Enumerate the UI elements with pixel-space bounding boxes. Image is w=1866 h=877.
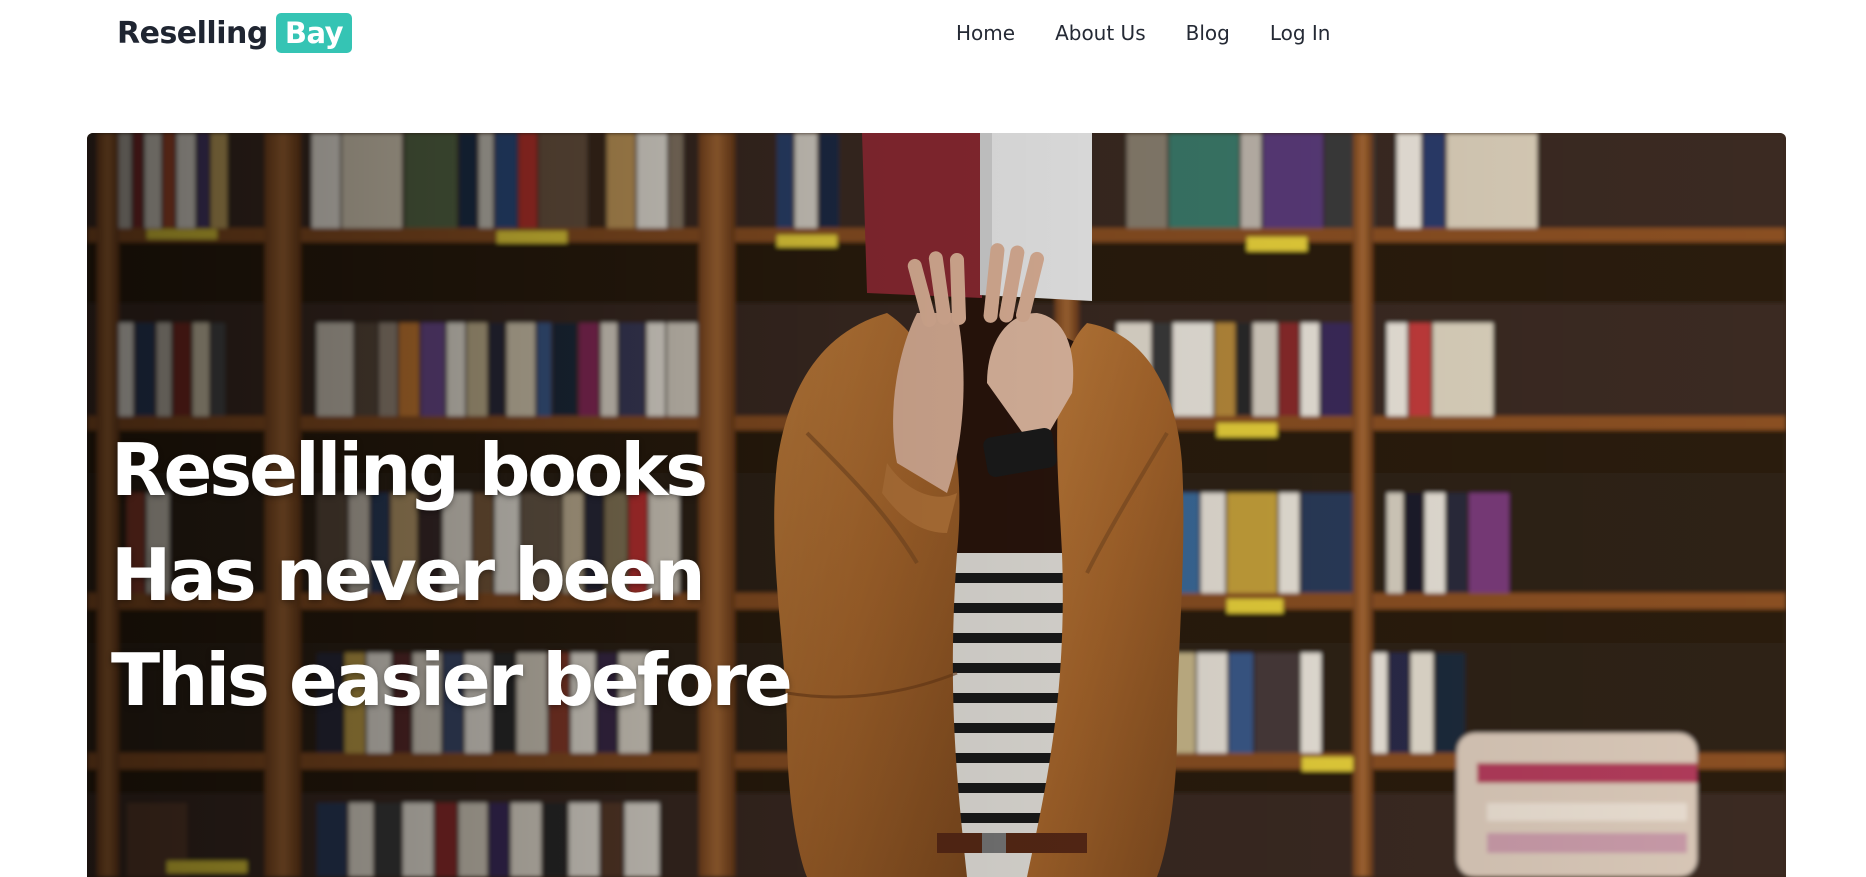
hero-headline: Reselling books Has never been This easi…: [111, 418, 1011, 733]
nav-login-link[interactable]: Log In: [1270, 21, 1331, 45]
brand-badge: Bay: [275, 13, 353, 53]
hero-headline-line-3: This easier before: [111, 638, 793, 722]
nav-home-link[interactable]: Home: [956, 21, 1015, 45]
hero-banner: Reselling books Has never been This easi…: [87, 133, 1786, 877]
hero-headline-line-2: Has never been: [111, 533, 706, 617]
main-nav: Home About Us Blog Log In: [956, 18, 1370, 48]
nav-about-link[interactable]: About Us: [1055, 21, 1146, 45]
brand-logo[interactable]: Reselling Bay: [117, 13, 353, 53]
top-navbar: Reselling Bay Home About Us Blog Log In: [0, 0, 1866, 70]
nav-blog-link[interactable]: Blog: [1186, 21, 1230, 45]
hero-headline-line-1: Reselling books: [111, 428, 708, 512]
brand-name: Reselling: [117, 15, 268, 51]
